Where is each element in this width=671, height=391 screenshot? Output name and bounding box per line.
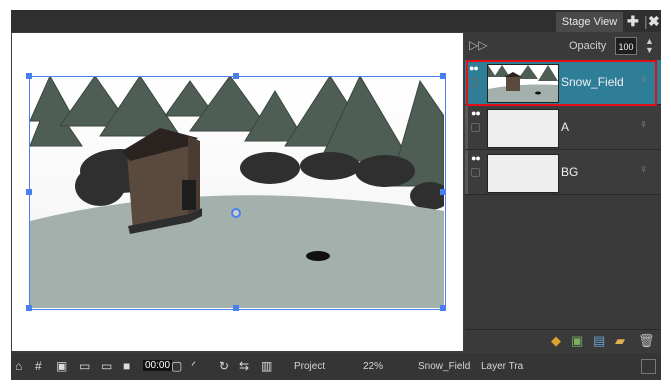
- lock-icon[interactable]: [471, 123, 480, 132]
- import-folder-icon[interactable]: ▰: [615, 333, 625, 349]
- opacity-stepper[interactable]: ▲ ▼: [645, 37, 654, 55]
- resize-handle-tr[interactable]: [440, 73, 446, 79]
- flip-icon[interactable]: ⇆: [239, 359, 249, 373]
- add-group-icon[interactable]: ▤: [593, 333, 605, 349]
- view-mode-dropdown[interactable]: Project: [294, 361, 325, 372]
- safe-area-icon[interactable]: ▣: [56, 359, 67, 373]
- preview-icon[interactable]: ▢: [171, 359, 182, 373]
- resize-handle-tl[interactable]: [26, 73, 32, 79]
- row-indicator: [465, 150, 468, 194]
- frame-counter[interactable]: 00:00: [143, 360, 173, 371]
- layer-thumbnail: [487, 109, 559, 148]
- peg-icon[interactable]: ♀: [639, 162, 648, 176]
- field-guide-icon[interactable]: ▭: [79, 359, 90, 373]
- grid-icon[interactable]: #: [35, 359, 42, 373]
- lock-icon[interactable]: [471, 168, 480, 177]
- peg-icon[interactable]: ♀: [639, 117, 648, 131]
- bottom-toolbar: ⌂ # ▣ ▭ ▭ ■ 00:00 ▢ ᐟ ↻ ⇆ ▥ Project 22% …: [11, 353, 661, 380]
- panel-toggle[interactable]: [641, 359, 656, 374]
- stage-view-window: Stage View ✚ | ✖ ▷▷ Opacity 100 ▲ ▼ ●● S…: [11, 10, 661, 380]
- resize-handle-ml[interactable]: [26, 189, 32, 195]
- visibility-eye-icon[interactable]: ●●: [471, 153, 481, 163]
- close-icon[interactable]: ✖: [648, 13, 660, 29]
- zoom-dropdown[interactable]: 22%: [363, 361, 383, 372]
- opacity-label: Opacity: [569, 40, 607, 52]
- frame-icon[interactable]: ▭: [101, 359, 112, 373]
- layer-name[interactable]: A: [561, 120, 569, 134]
- rotate-icon[interactable]: ↻: [219, 359, 229, 373]
- current-layer-label: Snow_Field: [418, 361, 471, 372]
- resize-handle-bl[interactable]: [26, 305, 32, 311]
- camera-mask-icon[interactable]: ■: [123, 359, 130, 373]
- expand-arrows-icon[interactable]: ▷▷: [469, 38, 487, 52]
- tab-bar: Stage View ✚ | ✖: [11, 10, 661, 32]
- selection-bounding-box[interactable]: [29, 76, 446, 310]
- add-layer-icon[interactable]: ◆: [551, 333, 561, 349]
- add-drawing-layer-icon[interactable]: ▣: [571, 333, 583, 349]
- layer-panel-toolbar: ◆ ▣ ▤ ▰ 🗑: [465, 329, 661, 352]
- onion-skin-icon[interactable]: ▥: [261, 359, 272, 373]
- selected-layer-highlight: [466, 60, 657, 106]
- opacity-field[interactable]: 100: [615, 37, 637, 55]
- add-tab-icon[interactable]: ✚: [627, 13, 639, 29]
- visibility-eye-icon[interactable]: ●●: [471, 108, 481, 118]
- tab-stage-view[interactable]: Stage View: [556, 12, 623, 32]
- row-indicator: [465, 105, 468, 149]
- reset-view-icon[interactable]: ⌂: [15, 359, 22, 373]
- layer-row-a[interactable]: ●● A ♀: [465, 105, 661, 150]
- stage-viewport[interactable]: [12, 33, 463, 351]
- resize-handle-tc[interactable]: [233, 73, 239, 79]
- layer-name[interactable]: BG: [561, 165, 578, 179]
- resize-handle-br[interactable]: [440, 305, 446, 311]
- layer-panel-header: ▷▷ Opacity 100 ▲ ▼: [465, 33, 661, 59]
- trash-icon[interactable]: 🗑: [638, 333, 655, 349]
- pivot-point[interactable]: [231, 208, 241, 218]
- resize-handle-mr[interactable]: [440, 189, 446, 195]
- layer-row-bg[interactable]: ●● BG ♀: [465, 150, 661, 195]
- layer-thumbnail: [487, 154, 559, 193]
- resize-handle-bc[interactable]: [233, 305, 239, 311]
- drawing-icon[interactable]: ᐟ: [191, 359, 196, 373]
- transform-mode-label[interactable]: Layer Tra: [481, 361, 523, 372]
